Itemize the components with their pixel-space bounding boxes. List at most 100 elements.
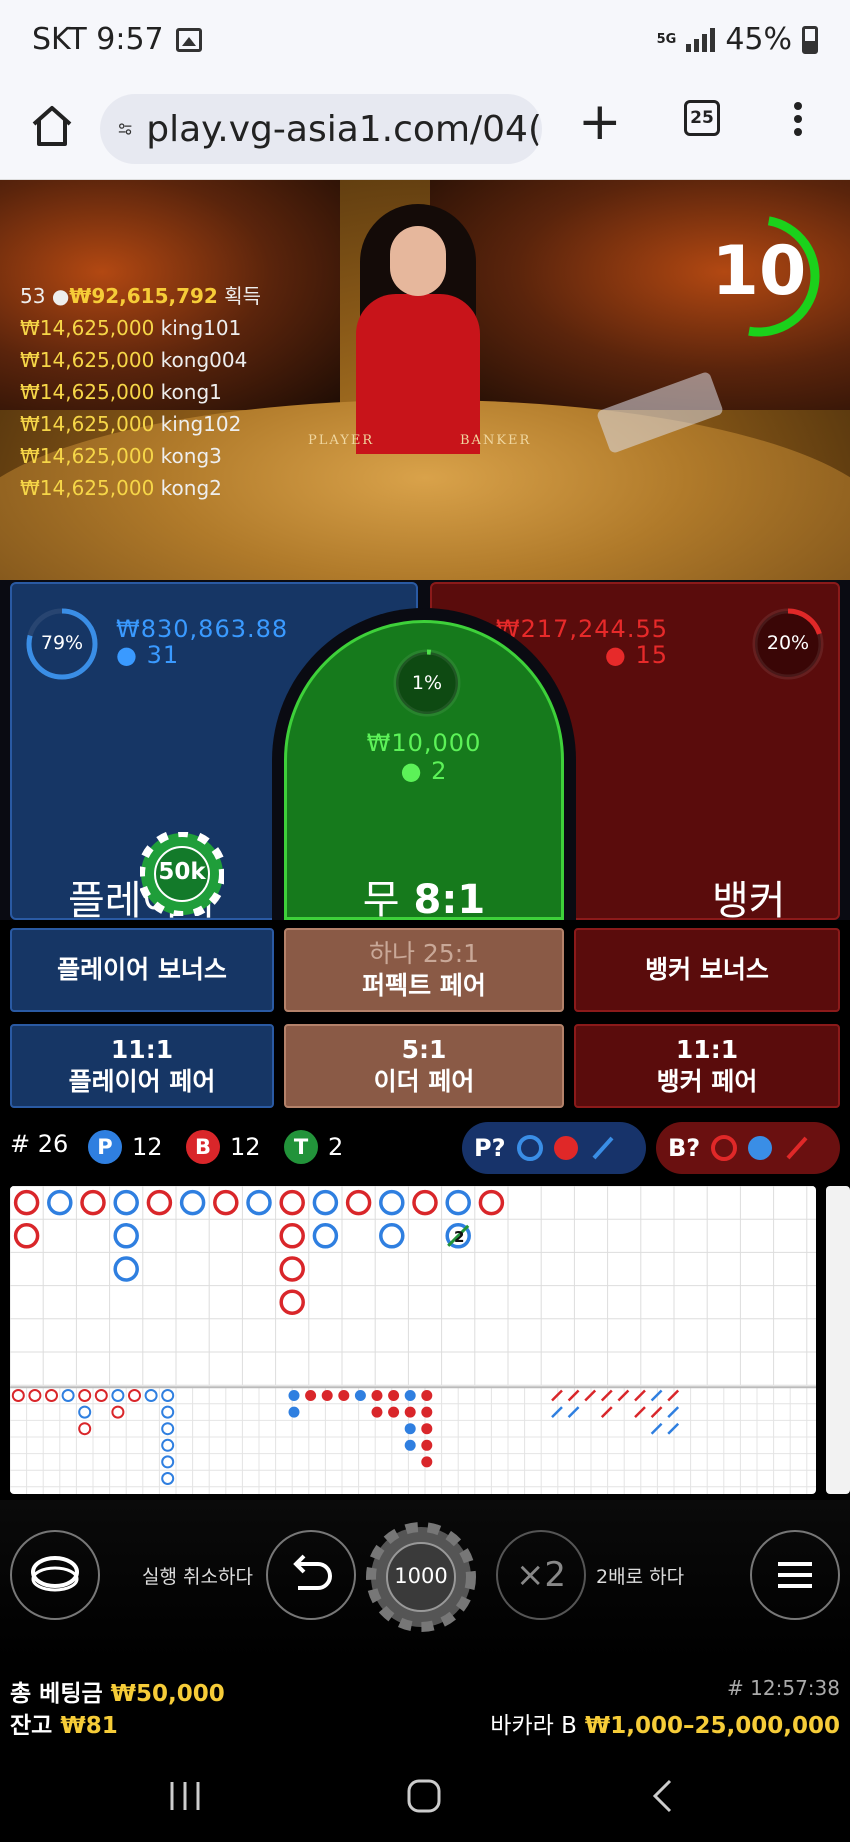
- scoreboard-next-panel[interactable]: [826, 1186, 850, 1494]
- table-limits: 바카라 B ₩1,000–25,000,000: [490, 1713, 840, 1739]
- battery-icon: [802, 25, 818, 54]
- player-total-amount: ₩830,863.88: [116, 615, 289, 643]
- round-number: # 26: [10, 1130, 69, 1158]
- small-road-mark: [404, 1406, 416, 1418]
- player-bonus-button[interactable]: 플레이어 보너스: [10, 928, 274, 1012]
- table-label-banker: BANKER: [460, 433, 532, 448]
- url-field[interactable]: play.vg-asia1.com/04(: [100, 94, 542, 164]
- player-win-mark: [379, 1223, 405, 1249]
- tie-badge: T: [284, 1130, 318, 1164]
- chat-icon: [31, 1556, 79, 1592]
- network-5g-icon: 5G: [656, 32, 677, 47]
- cockroach-mark: [634, 1406, 646, 1418]
- home-nav-icon[interactable]: [406, 1778, 442, 1814]
- big-eye-mark: [28, 1389, 42, 1402]
- winners-header: 53 ●₩92,615,792 획득: [20, 280, 261, 312]
- banker-percent-ring: 20%: [750, 606, 826, 682]
- chat-button[interactable]: [10, 1530, 100, 1620]
- cockroach-mark: [600, 1389, 613, 1402]
- player-wins: 12: [132, 1133, 163, 1161]
- either-pair-button[interactable]: 5:1 이더 페어: [284, 1024, 564, 1108]
- stats-bar: # 26 P 12 B 12 T2 P? B?: [0, 1118, 850, 1178]
- player-win-mark: [379, 1189, 405, 1216]
- banker-pair-button[interactable]: 11:1 뱅커 페어: [574, 1024, 840, 1108]
- big-eye-mark: [161, 1455, 175, 1469]
- cockroach-mark: [600, 1406, 613, 1418]
- browser-toolbar: play.vg-asia1.com/04(: [0, 80, 850, 180]
- player-win-mark: [445, 1189, 471, 1216]
- user-icon: ●: [400, 757, 423, 785]
- chip-value: 50k: [158, 859, 206, 885]
- undo-icon: [293, 1554, 332, 1590]
- small-road-mark: [371, 1406, 383, 1418]
- small-road-mark: [288, 1390, 300, 1401]
- banker-bonus-button[interactable]: 뱅커 보너스: [574, 928, 840, 1012]
- player-win-mark: [113, 1256, 139, 1282]
- recent-apps-icon[interactable]: [168, 1780, 202, 1812]
- big-eye-mark: [78, 1422, 92, 1436]
- perfect-pair-button[interactable]: 하나 25:1 퍼펙트 페어: [284, 928, 564, 1012]
- banker-win-mark: [13, 1223, 40, 1249]
- player-bettor-count: ● 31: [116, 641, 180, 669]
- table-label-player: PLAYER: [308, 433, 375, 448]
- tie-percent-ring: 1%: [391, 647, 463, 719]
- big-eye-mark: [45, 1389, 58, 1402]
- player-pair-button[interactable]: 11:1 플레이어 페어: [10, 1024, 274, 1108]
- tie-count-mark: 2: [454, 1228, 464, 1246]
- live-video: PLAYER BANKER 10 53 ●₩92,615,792 획득 ₩14,…: [0, 180, 850, 580]
- player-win-mark: [246, 1189, 272, 1216]
- menu-button[interactable]: [750, 1530, 840, 1620]
- banker-predict-button[interactable]: B?: [656, 1122, 840, 1174]
- player-predict-button[interactable]: P?: [462, 1122, 646, 1174]
- chip-selector[interactable]: 1000: [366, 1522, 476, 1632]
- tab-switcher-button[interactable]: 25: [684, 100, 720, 136]
- winners-list: 53 ●₩92,615,792 획득 ₩14,625,000 king101 ₩…: [20, 280, 261, 504]
- winner-row: ₩14,625,000 king101: [20, 316, 242, 340]
- big-eye-mark: [128, 1389, 141, 1402]
- tie-bet-spot[interactable]: 1% ₩10,000 ● 2 무 8:1: [284, 620, 564, 923]
- big-eye-mark: [161, 1472, 175, 1485]
- small-road-mark: [404, 1390, 416, 1401]
- banker-win-mark: [13, 1189, 40, 1216]
- new-tab-plus-icon[interactable]: +: [578, 96, 622, 152]
- big-eye-mark: [161, 1405, 175, 1419]
- cockroach-mark: [617, 1389, 630, 1402]
- winner-row: ₩14,625,000 kong1: [20, 380, 222, 404]
- tie-total-amount: ₩10,000: [366, 729, 482, 757]
- cockroach-mark: [551, 1389, 563, 1402]
- big-eye-mark: [61, 1389, 75, 1402]
- banker-win-mark: [146, 1189, 173, 1216]
- undo-button[interactable]: [266, 1530, 356, 1620]
- winner-row: ₩14,625,000 kong004: [20, 348, 248, 372]
- small-road-mark: [354, 1390, 366, 1401]
- banker-badge: B: [186, 1130, 220, 1164]
- scoreboard-roads[interactable]: 2: [10, 1186, 816, 1494]
- big-eye-mark: [111, 1405, 125, 1419]
- home-icon[interactable]: [28, 102, 76, 150]
- status-bar: SKT 9:57 5G 45%: [0, 0, 850, 80]
- placed-chip-50k[interactable]: 50k: [137, 829, 227, 919]
- back-nav-icon[interactable]: [650, 1778, 674, 1814]
- banker-win-mark: [279, 1289, 305, 1315]
- winner-row: ₩14,625,000 king102: [20, 412, 242, 436]
- tie-label: 무 8:1: [362, 877, 486, 923]
- hamburger-icon: [778, 1562, 812, 1588]
- double-button[interactable]: ×2: [496, 1530, 586, 1620]
- total-bet: 총 베팅금 ₩50,000: [10, 1681, 225, 1707]
- small-road-mark: [421, 1456, 433, 1468]
- gallery-icon: [175, 27, 202, 52]
- round-id: # 12:57:38: [727, 1676, 840, 1700]
- player-win-mark: [113, 1223, 139, 1249]
- player-win-mark: [113, 1189, 139, 1216]
- more-menu-icon[interactable]: [794, 102, 804, 136]
- cockroach-mark: [634, 1389, 646, 1402]
- player-win-mark: [312, 1189, 339, 1216]
- big-eye-mark: [111, 1389, 125, 1402]
- big-eye-mark: [144, 1389, 158, 1402]
- big-eye-mark: [94, 1389, 108, 1402]
- cockroach-mark: [584, 1389, 597, 1402]
- big-eye-mark: [161, 1422, 175, 1436]
- signal-icon: [686, 27, 716, 52]
- site-settings-icon[interactable]: [118, 112, 132, 146]
- cockroach-mark: [567, 1389, 580, 1402]
